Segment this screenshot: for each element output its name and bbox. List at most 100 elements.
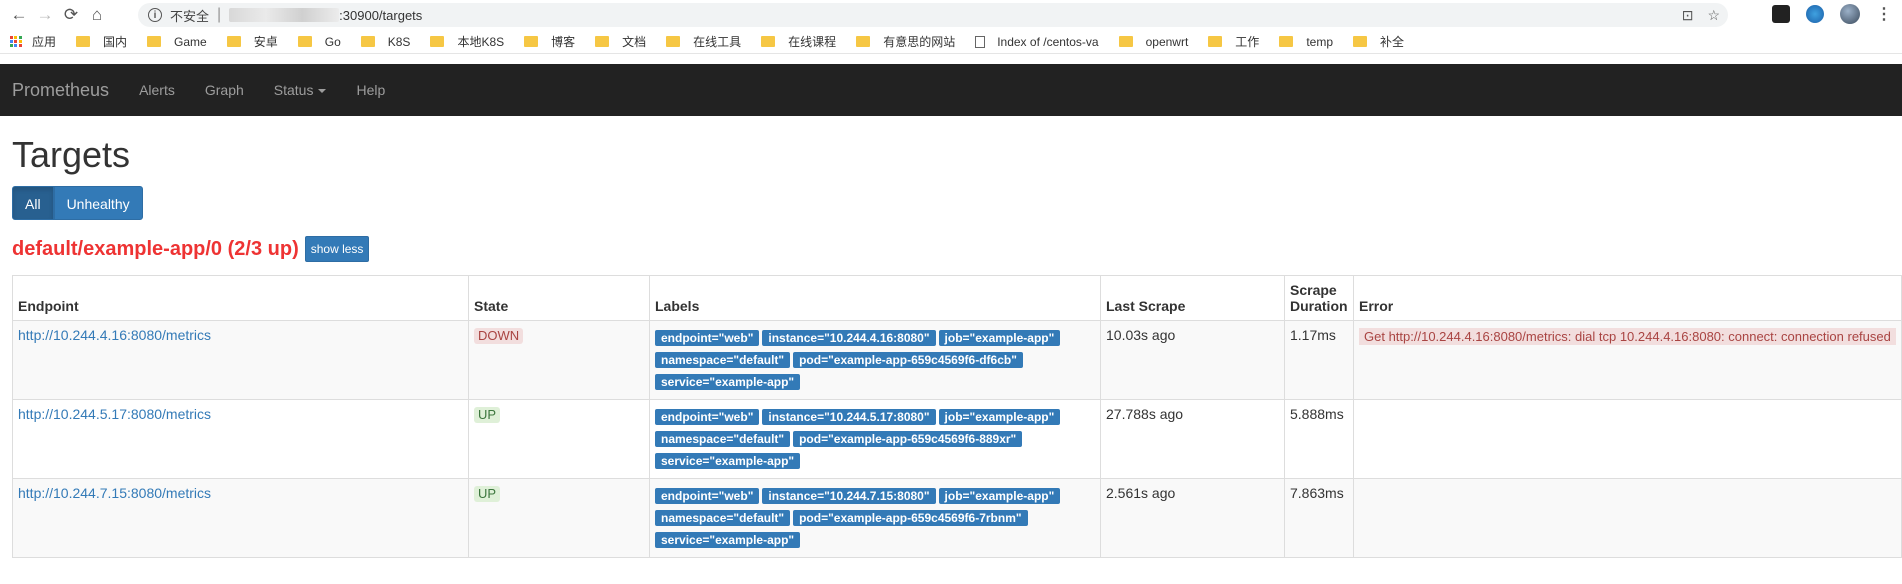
state-badge: DOWN	[474, 328, 524, 344]
folder-icon	[430, 36, 445, 47]
browser-toolbar: ← → ⟳ ⌂ i 不安全 | :30900/targets ⊡ ☆ ⋮	[0, 0, 1902, 30]
state-badge: UP	[474, 407, 501, 423]
address-bar[interactable]: i 不安全 | :30900/targets ⊡ ☆	[138, 3, 1728, 27]
endpoint-link[interactable]: http://10.244.5.17:8080/metrics	[18, 406, 211, 422]
main-content: Targets All Unhealthy default/example-ap…	[12, 116, 1902, 558]
bookmark-item[interactable]: 有意思的网站	[856, 33, 955, 50]
bookmark-item[interactable]: Game	[147, 35, 207, 49]
info-icon[interactable]: i	[148, 8, 162, 22]
label-badge: instance="10.244.4.16:8080"	[762, 330, 936, 346]
bookmark-label: 在线课程	[788, 35, 837, 49]
folder-icon	[595, 36, 610, 47]
last-scrape-cell: 27.788s ago	[1100, 399, 1285, 479]
filter-button-group: All Unhealthy	[12, 186, 1902, 220]
header-labels: Labels	[649, 275, 1101, 321]
endpoint-link[interactable]: http://10.244.4.16:8080/metrics	[18, 327, 211, 343]
bookmark-item[interactable]: Index of /centos-va	[975, 34, 1099, 49]
bookmark-label: Index of /centos-va	[997, 34, 1099, 49]
state-cell: UP	[468, 399, 650, 479]
filter-all-button[interactable]: All	[12, 186, 54, 220]
bookmark-item[interactable]: 安卓	[226, 33, 278, 50]
folder-icon	[360, 36, 375, 47]
bookmark-item[interactable]: 应用	[10, 33, 56, 50]
label-badge: pod="example-app-659c4569f6-889xr"	[793, 431, 1023, 447]
label-badge: namespace="default"	[655, 431, 791, 447]
bookmark-item[interactable]: 国内	[76, 33, 127, 50]
bookmark-item[interactable]: 博客	[524, 33, 575, 50]
error-cell: Get http://10.244.4.16:8080/metrics: dia…	[1353, 320, 1902, 400]
menu-kebab-icon[interactable]: ⋮	[1876, 4, 1892, 24]
url-text: :30900/targets	[339, 7, 423, 23]
home-icon[interactable]: ⌂	[84, 2, 110, 28]
bookmark-label: 有意思的网站	[883, 35, 956, 49]
bookmark-label: Go	[324, 34, 341, 49]
labels-cell: endpoint="web" instance="10.244.7.15:8080…	[649, 478, 1101, 558]
header-endpoint: Endpoint	[12, 275, 469, 321]
state-cell: DOWN	[468, 320, 650, 400]
folder-icon	[297, 36, 312, 47]
table-row: http://10.244.4.16:8080/metrics DOWN endpo…	[12, 320, 1902, 400]
endpoint-link[interactable]: http://10.244.7.15:8080/metrics	[18, 485, 211, 501]
translate-icon[interactable]: ⊡	[1682, 7, 1694, 24]
header-scrape-duration: Scrape Duration	[1284, 275, 1354, 321]
scrape-duration-cell: 5.888ms	[1284, 399, 1354, 479]
scrape-duration-cell: 1.17ms	[1284, 320, 1354, 400]
nav-graph[interactable]: Graph	[205, 82, 244, 98]
nav-status[interactable]: Status	[274, 82, 327, 98]
bookmark-item[interactable]: openwrt	[1118, 35, 1188, 49]
nav-status-label: Status	[273, 82, 314, 98]
labels-list: endpoint="web" instance="10.244.5.17:8080…	[655, 406, 1095, 472]
bookmark-item[interactable]: 本地K8S	[430, 33, 504, 50]
bookmark-item[interactable]: 文档	[595, 33, 646, 50]
table-header-row: Endpoint State Labels Last Scrape Scrape…	[12, 275, 1902, 321]
bookmark-item[interactable]: Go	[297, 34, 341, 49]
avatar[interactable]	[1840, 4, 1860, 24]
top-navbar: Prometheus Alerts Graph Status Help	[0, 64, 1902, 116]
label-badge: job="example-app"	[938, 488, 1061, 504]
bookmark-item[interactable]: K8S	[360, 35, 410, 49]
header-last-scrape: Last Scrape	[1100, 275, 1285, 321]
table-row: http://10.244.5.17:8080/metrics UP endpoin…	[12, 399, 1902, 479]
show-less-button[interactable]: show less	[304, 236, 370, 262]
bookmark-label: 国内	[103, 35, 128, 49]
extension-icon[interactable]	[1772, 5, 1790, 23]
bookmark-item[interactable]: temp	[1279, 35, 1333, 49]
apps-grid-icon	[10, 35, 22, 48]
label-badge: pod="example-app-659c4569f6-df6cb"	[793, 352, 1023, 368]
label-badge: job="example-app"	[938, 330, 1061, 346]
reload-icon[interactable]: ⟳	[58, 2, 84, 28]
forward-arrow-icon[interactable]: →	[32, 2, 58, 28]
label-badge: endpoint="web"	[655, 409, 760, 425]
labels-cell: endpoint="web" instance="10.244.5.17:8080…	[649, 399, 1101, 479]
bookmark-item[interactable]: 在线工具	[666, 33, 741, 50]
nav-help[interactable]: Help	[356, 82, 385, 98]
header-state: State	[468, 275, 650, 321]
error-cell	[1353, 478, 1902, 558]
label-badge: service="example-app"	[655, 532, 801, 548]
page-title: Targets	[12, 134, 131, 175]
folder-icon	[226, 36, 241, 47]
label-badge: instance="10.244.7.15:8080"	[762, 488, 936, 504]
error-cell	[1353, 399, 1902, 479]
bookmark-item[interactable]: 补全	[1353, 33, 1404, 50]
bookmark-label: 博客	[551, 35, 576, 49]
error-message: Get http://10.244.4.16:8080/metrics: dia…	[1359, 328, 1896, 345]
folder-icon	[524, 36, 539, 47]
redacted-host	[229, 8, 340, 22]
job-header: default/example-app/0 (2/3 up) show less	[12, 236, 1902, 262]
globe-extension-icon[interactable]	[1806, 5, 1824, 23]
nav-alerts[interactable]: Alerts	[139, 82, 175, 98]
page-icon	[975, 35, 986, 48]
brand-link[interactable]: Prometheus	[12, 80, 109, 101]
folder-icon	[1118, 36, 1133, 47]
back-arrow-icon[interactable]: ←	[6, 2, 32, 28]
filter-unhealthy-button[interactable]: Unhealthy	[53, 186, 143, 220]
caret-down-icon	[318, 89, 327, 94]
bookmark-item[interactable]: 在线课程	[761, 33, 836, 50]
insecure-label: 不安全	[170, 8, 210, 24]
job-title[interactable]: default/example-app/0 (2/3 up)	[12, 238, 299, 261]
bookmark-label: Game	[174, 34, 207, 49]
bookmark-item[interactable]: 工作	[1208, 33, 1259, 50]
bookmark-star-icon[interactable]: ☆	[1707, 7, 1720, 24]
state-badge: UP	[474, 486, 501, 502]
